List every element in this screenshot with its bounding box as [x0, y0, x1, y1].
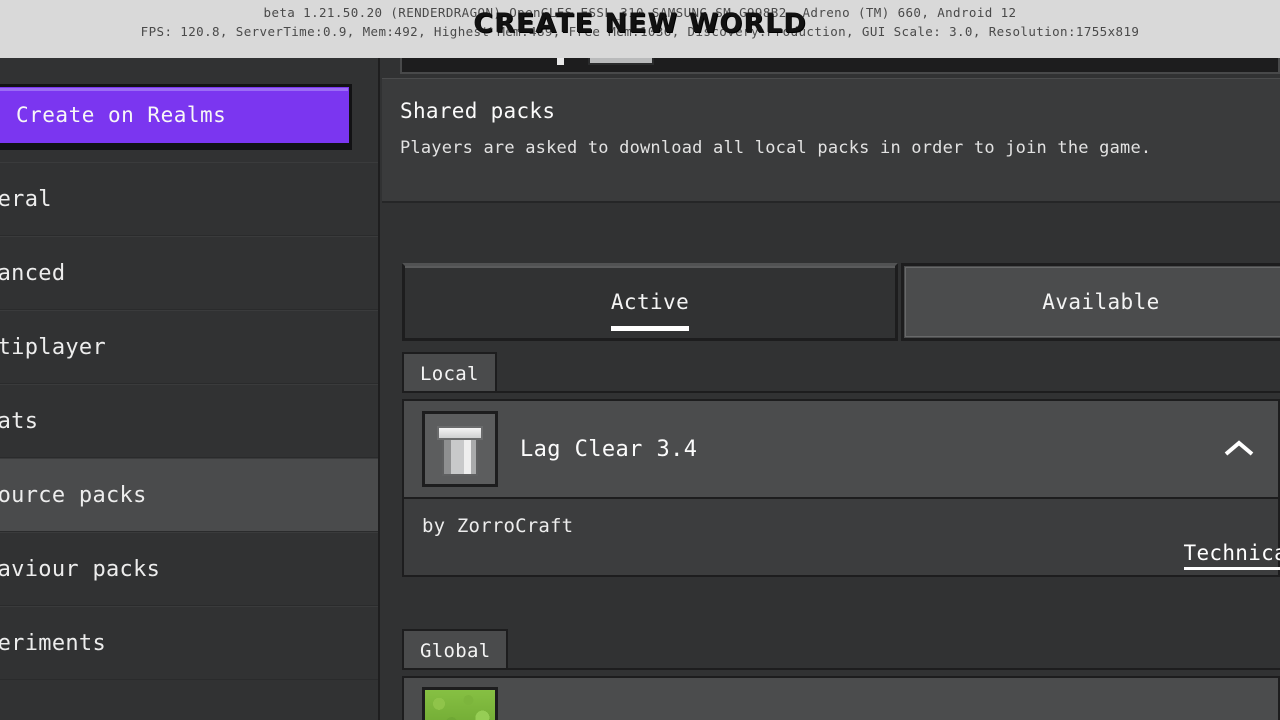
sidebar-item-multiplayer[interactable]: Multiplayer: [0, 310, 378, 384]
bucket-lip: [437, 426, 483, 440]
sidebar-item-label: Resource packs: [0, 482, 147, 508]
create-on-realms-button[interactable]: Create on Realms: [0, 84, 352, 150]
tab-available-label: Available: [1042, 290, 1160, 314]
create-on-realms-label: Create on Realms: [16, 103, 227, 127]
section-header-label: Global: [420, 639, 491, 662]
pack-detail-row: by ZorroCraft Technical: [404, 497, 1280, 575]
tab-available[interactable]: Available: [901, 263, 1280, 341]
pack-row[interactable]: Lag Clear 3.4: [404, 401, 1278, 497]
pack-icon-frame: [422, 411, 498, 487]
section-header-label: Local: [420, 362, 479, 385]
sidebar-item-label: Cheats: [0, 408, 39, 434]
sidebar-item-label: General: [0, 186, 52, 212]
scrolled-off-slider-card[interactable]: [400, 58, 1280, 74]
debug-overlay: beta 1.21.50.20 (RENDERDRAGON) OpenGLES …: [0, 0, 1280, 58]
sidebar-item-advanced[interactable]: Advanced: [0, 236, 378, 310]
tab-active[interactable]: Active: [402, 263, 898, 341]
pack-card-lag-clear: Lag Clear 3.4 by ZorroCraft Technical: [402, 399, 1280, 577]
grass-block-icon: [425, 690, 495, 720]
button-highlight: [0, 88, 348, 91]
sidebar-item-label: Multiplayer: [0, 334, 106, 360]
packs-tab-bar: Active Available: [382, 263, 1280, 341]
pack-name: Lag Clear 3.4: [520, 436, 698, 462]
bucket-icon: [437, 422, 483, 476]
section-divider: [402, 391, 1280, 393]
section-divider: [402, 668, 1280, 670]
technical-details-link[interactable]: Technical: [1183, 541, 1280, 570]
chevron-up-icon[interactable]: [1222, 439, 1256, 459]
sidebar-item-label: Behaviour packs: [0, 556, 161, 582]
bucket-body: [442, 436, 478, 476]
pack-author: by ZorroCraft: [422, 515, 574, 537]
slider-handle[interactable]: [588, 58, 654, 65]
tab-selected-underline: [611, 326, 689, 331]
shared-packs-section: Shared packs Players are asked to downlo…: [382, 78, 1280, 203]
section-header-global[interactable]: Global: [402, 629, 509, 670]
page-title: CREATE NEW WORLD: [473, 8, 807, 39]
shared-packs-description: Players are asked to download all local …: [400, 138, 1152, 158]
sidebar-item-label: Experiments: [0, 630, 106, 656]
pack-card-global[interactable]: [402, 676, 1280, 720]
sidebar-item-cheats[interactable]: Cheats: [0, 384, 378, 458]
resource-packs-panel: Shared packs Players are asked to downlo…: [382, 58, 1280, 720]
sidebar-item-label: Advanced: [0, 260, 66, 286]
create-new-world-screen: Create on Realms General Advanced Multip…: [0, 58, 1280, 720]
slider-tick-icon: [557, 58, 564, 65]
pack-row[interactable]: [404, 678, 1278, 720]
tab-top-highlight: [405, 266, 895, 268]
settings-sidebar: Create on Realms General Advanced Multip…: [0, 58, 380, 720]
shared-packs-title: Shared packs: [400, 99, 556, 123]
sidebar-item-experiments[interactable]: Experiments: [0, 606, 378, 680]
pack-icon-frame: [422, 687, 498, 720]
sidebar-item-behaviour-packs[interactable]: Behaviour packs: [0, 532, 378, 606]
tab-active-label: Active: [610, 290, 690, 314]
sidebar-item-general[interactable]: General: [0, 162, 378, 236]
section-header-local[interactable]: Local: [402, 352, 497, 393]
sidebar-item-resource-packs[interactable]: Resource packs: [0, 458, 378, 532]
